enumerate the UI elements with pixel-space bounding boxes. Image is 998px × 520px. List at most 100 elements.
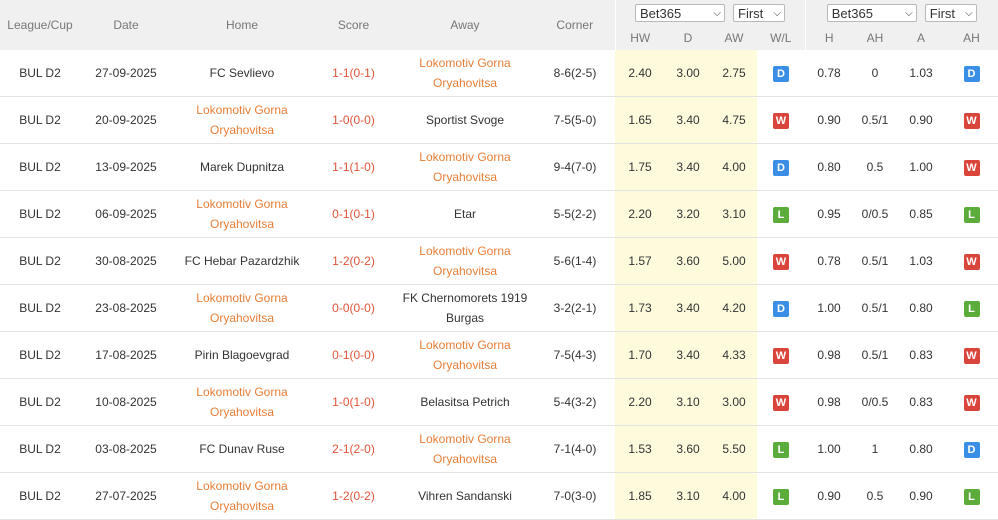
away-team-name-line1[interactable]: Lokomotiv Gorna — [419, 244, 510, 258]
away-team-cell[interactable]: Lokomotiv Gorna Oryahovitsa — [395, 143, 535, 191]
league-cell[interactable]: BUL D2 — [0, 237, 80, 285]
home-team-cell[interactable]: Lokomotiv Gorna Oryahovitsa — [172, 378, 312, 426]
league-name[interactable]: BUL D2 — [19, 113, 61, 127]
match-score[interactable]: 1-2(0-2) — [332, 254, 375, 268]
match-score[interactable]: 1-1(0-1) — [332, 66, 375, 80]
away-team-name-line2[interactable]: Oryahovitsa — [433, 76, 497, 90]
league-name[interactable]: BUL D2 — [19, 442, 61, 456]
match-score[interactable]: 0-0(0-0) — [332, 301, 375, 315]
match-score[interactable]: 1-1(1-0) — [332, 160, 375, 174]
table-row[interactable]: BUL D2 27-07-2025 Lokomotiv Gorna Oryahovit… — [0, 472, 998, 520]
away-team-cell[interactable]: Lokomotiv Gorna Oryahovitsa — [395, 425, 535, 473]
away-team-name-line2[interactable]: Oryahovitsa — [433, 170, 497, 184]
score-cell[interactable]: 1-2(0-2) — [312, 472, 395, 520]
score-cell[interactable]: 1-1(0-1) — [312, 50, 395, 97]
home-team-cell[interactable]: FC Dunav Ruse — [172, 425, 312, 473]
home-team-name-line1[interactable]: Lokomotiv Gorna — [196, 103, 287, 117]
home-team-name[interactable]: Pirin Blagoevgrad — [195, 348, 290, 362]
league-name[interactable]: BUL D2 — [19, 207, 61, 221]
score-cell[interactable]: 2-1(2-0) — [312, 425, 395, 473]
table-row[interactable]: BUL D2 17-08-2025 Pirin Blagoevgrad 0-1(0-0… — [0, 331, 998, 379]
away-team-name-line1[interactable]: FK Chernomorets 1919 — [403, 291, 528, 305]
table-row[interactable]: BUL D2 10-08-2025 Lokomotiv Gorna Oryahovit… — [0, 378, 998, 426]
table-row[interactable]: BUL D2 23-08-2025 Lokomotiv Gorna Oryahovit… — [0, 284, 998, 332]
bookmaker-select-2[interactable]: Bet365 ⌵ — [826, 4, 917, 22]
home-team-cell[interactable]: Lokomotiv Gorna Oryahovitsa — [172, 472, 312, 520]
score-cell[interactable]: 1-1(1-0) — [312, 143, 395, 191]
away-team-cell[interactable]: Lokomotiv Gorna Oryahovitsa — [395, 50, 535, 97]
home-team-cell[interactable]: FC Hebar Pazardzhik — [172, 237, 312, 285]
match-score[interactable]: 1-0(1-0) — [332, 395, 375, 409]
home-team-name-line1[interactable]: Lokomotiv Gorna — [196, 197, 287, 211]
home-team-cell[interactable]: Lokomotiv Gorna Oryahovitsa — [172, 284, 312, 332]
away-team-name-line2[interactable]: Oryahovitsa — [433, 358, 497, 372]
match-score[interactable]: 0-1(0-1) — [332, 207, 375, 221]
league-name[interactable]: BUL D2 — [19, 160, 61, 174]
away-team-name-line2[interactable]: Oryahovitsa — [433, 264, 497, 278]
league-name[interactable]: BUL D2 — [19, 348, 61, 362]
away-team-name-line1[interactable]: Lokomotiv Gorna — [419, 338, 510, 352]
home-team-name-line2[interactable]: Oryahovitsa — [210, 405, 274, 419]
league-cell[interactable]: BUL D2 — [0, 378, 80, 426]
away-team-name-line1[interactable]: Lokomotiv Gorna — [419, 56, 510, 70]
away-team-name[interactable]: Sportist Svoge — [426, 113, 504, 127]
away-team-name-line1[interactable]: Lokomotiv Gorna — [419, 150, 510, 164]
home-team-name-line2[interactable]: Oryahovitsa — [210, 311, 274, 325]
away-team-name-line2[interactable]: Burgas — [446, 311, 484, 325]
home-team-name-line1[interactable]: Lokomotiv Gorna — [196, 291, 287, 305]
league-cell[interactable]: BUL D2 — [0, 331, 80, 379]
table-row[interactable]: BUL D2 27-09-2025 FC Sevlievo 1-1(0-1) Lokom… — [0, 50, 998, 97]
home-team-name-line2[interactable]: Oryahovitsa — [210, 217, 274, 231]
score-cell[interactable]: 1-0(0-0) — [312, 96, 395, 144]
home-team-name-line1[interactable]: Lokomotiv Gorna — [196, 385, 287, 399]
home-team-cell[interactable]: Pirin Blagoevgrad — [172, 331, 312, 379]
away-team-cell[interactable]: Vihren Sandanski — [395, 472, 535, 520]
league-name[interactable]: BUL D2 — [19, 395, 61, 409]
league-cell[interactable]: BUL D2 — [0, 472, 80, 520]
table-row[interactable]: BUL D2 03-08-2025 FC Dunav Ruse 2-1(2-0) Lok… — [0, 425, 998, 473]
home-team-name[interactable]: Marek Dupnitza — [200, 160, 284, 174]
league-cell[interactable]: BUL D2 — [0, 284, 80, 332]
match-score[interactable]: 2-1(2-0) — [332, 442, 375, 456]
league-name[interactable]: BUL D2 — [19, 301, 61, 315]
home-team-cell[interactable]: Lokomotiv Gorna Oryahovitsa — [172, 96, 312, 144]
period-select-1[interactable]: First ⌵ — [733, 4, 785, 22]
away-team-name[interactable]: Etar — [454, 207, 476, 221]
score-cell[interactable]: 1-2(0-2) — [312, 237, 395, 285]
home-team-cell[interactable]: Marek Dupnitza — [172, 143, 312, 191]
home-team-name-line1[interactable]: Lokomotiv Gorna — [196, 479, 287, 493]
away-team-cell[interactable]: Etar — [395, 190, 535, 238]
bookmaker-select-1[interactable]: Bet365 ⌵ — [635, 4, 725, 22]
home-team-name-line2[interactable]: Oryahovitsa — [210, 123, 274, 137]
league-name[interactable]: BUL D2 — [19, 66, 61, 80]
home-team-name[interactable]: FC Dunav Ruse — [199, 442, 284, 456]
league-cell[interactable]: BUL D2 — [0, 425, 80, 473]
score-cell[interactable]: 0-1(0-0) — [312, 331, 395, 379]
table-row[interactable]: BUL D2 20-09-2025 Lokomotiv Gorna Oryahovit… — [0, 96, 998, 144]
league-cell[interactable]: BUL D2 — [0, 190, 80, 238]
home-team-cell[interactable]: FC Sevlievo — [172, 50, 312, 97]
league-cell[interactable]: BUL D2 — [0, 50, 80, 97]
away-team-cell[interactable]: Belasitsa Petrich — [395, 378, 535, 426]
period-select-2[interactable]: First ⌵ — [924, 4, 977, 22]
away-team-cell[interactable]: Lokomotiv Gorna Oryahovitsa — [395, 331, 535, 379]
away-team-name[interactable]: Belasitsa Petrich — [420, 395, 509, 409]
home-team-name[interactable]: FC Sevlievo — [210, 66, 275, 80]
home-team-name-line2[interactable]: Oryahovitsa — [210, 499, 274, 513]
away-team-name-line2[interactable]: Oryahovitsa — [433, 452, 497, 466]
league-name[interactable]: BUL D2 — [19, 489, 61, 503]
home-team-cell[interactable]: Lokomotiv Gorna Oryahovitsa — [172, 190, 312, 238]
league-cell[interactable]: BUL D2 — [0, 143, 80, 191]
match-score[interactable]: 0-1(0-0) — [332, 348, 375, 362]
score-cell[interactable]: 0-1(0-1) — [312, 190, 395, 238]
league-name[interactable]: BUL D2 — [19, 254, 61, 268]
league-cell[interactable]: BUL D2 — [0, 96, 80, 144]
home-team-name[interactable]: FC Hebar Pazardzhik — [185, 254, 300, 268]
away-team-name-line1[interactable]: Lokomotiv Gorna — [419, 432, 510, 446]
score-cell[interactable]: 1-0(1-0) — [312, 378, 395, 426]
table-row[interactable]: BUL D2 30-08-2025 FC Hebar Pazardzhik 1-2(0… — [0, 237, 998, 285]
table-row[interactable]: BUL D2 06-09-2025 Lokomotiv Gorna Oryahovit… — [0, 190, 998, 238]
away-team-cell[interactable]: Lokomotiv Gorna Oryahovitsa — [395, 237, 535, 285]
away-team-cell[interactable]: Sportist Svoge — [395, 96, 535, 144]
match-score[interactable]: 1-2(0-2) — [332, 489, 375, 503]
